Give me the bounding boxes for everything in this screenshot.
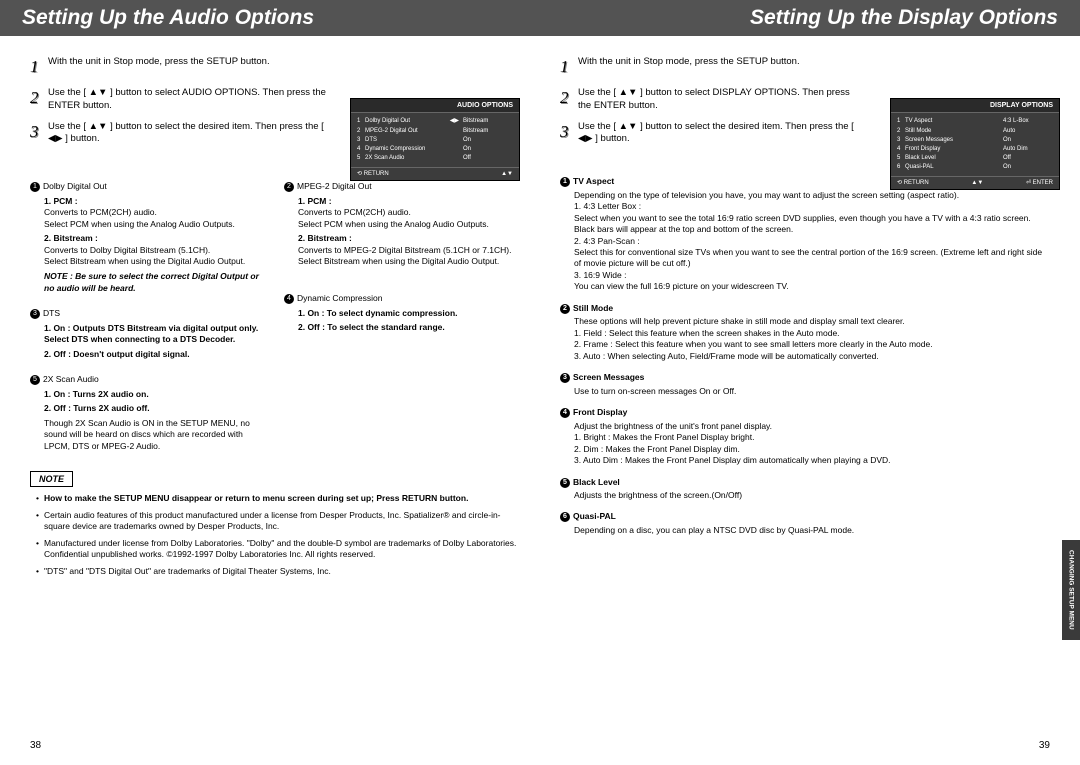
display-options-detail: 1TV Aspect Depending on the type of tele… <box>560 176 1050 536</box>
step-1: 1With the unit in Stop mode, press the S… <box>30 56 330 79</box>
step-r1: 1With the unit in Stop mode, press the S… <box>560 56 860 79</box>
page-left: Setting Up the Audio Options 1With the u… <box>0 0 540 765</box>
page-number-left: 38 <box>30 740 41 751</box>
note-block: NOTE How to make the SETUP MENU disappea… <box>30 471 520 577</box>
col-left-1: 1Dolby Digital Out 1. PCM :Converts to P… <box>30 181 266 455</box>
step-r2: 2Use the [ ▲▼ ] button to select DISPLAY… <box>560 87 860 113</box>
page-number-right: 39 <box>1039 740 1050 751</box>
step-2: 2Use the [ ▲▼ ] button to select AUDIO O… <box>30 87 330 113</box>
osd-audio-options: AUDIO OPTIONS 1Dolby Digital Out◀▶Bitstr… <box>350 98 520 181</box>
page-title-left: Setting Up the Audio Options <box>0 0 540 36</box>
step-3: 3Use the [ ▲▼ ] button to select the des… <box>30 121 330 147</box>
section-tab: CHANGING SETUP MENU <box>1062 540 1080 640</box>
page-title-right: Setting Up the Display Options <box>540 0 1080 36</box>
col-left-2: 2MPEG-2 Digital Out 1. PCM :Converts to … <box>284 181 520 455</box>
osd-display-options: DISPLAY OPTIONS 1TV Aspect4:3 L-Box 2Sti… <box>890 98 1060 190</box>
page-right: Setting Up the Display Options 1With the… <box>540 0 1080 765</box>
step-r3: 3Use the [ ▲▼ ] button to select the des… <box>560 121 860 147</box>
